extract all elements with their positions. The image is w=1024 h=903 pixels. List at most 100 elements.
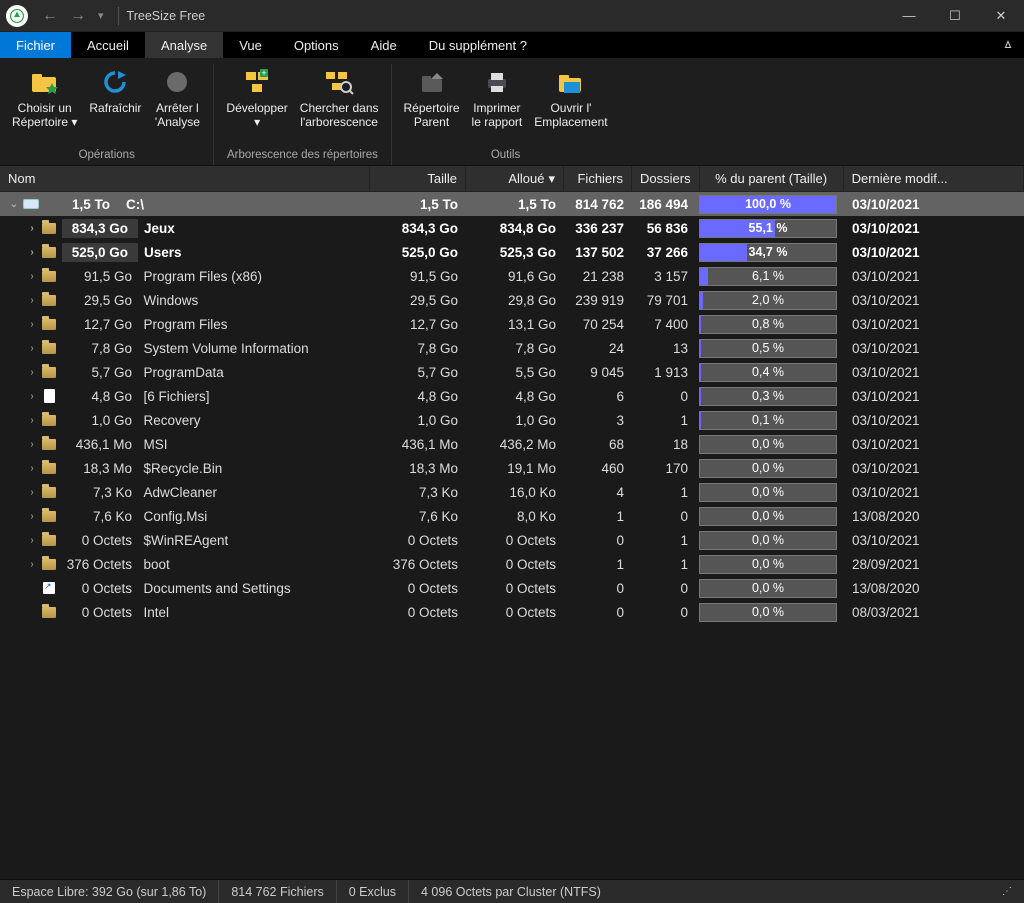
expander-icon[interactable]: › [24, 247, 40, 258]
expander-icon[interactable]: › [24, 463, 40, 474]
menu-accueil[interactable]: Accueil [71, 32, 145, 58]
ribbon-group-arborescence-des-r-pertoires: +Développer ▾Chercher dans l'arborescenc… [214, 64, 391, 165]
close-button[interactable]: ✕ [978, 0, 1024, 32]
tree-view[interactable]: ⌄1,5 ToC:\1,5 To1,5 To814 762186 494100,… [0, 192, 1024, 879]
row-name: Config.Msi [144, 509, 208, 524]
tree-row[interactable]: ›7,6 Ko Config.Msi7,6 Ko8,0 Ko100,0 %13/… [0, 504, 1024, 528]
col-header-name[interactable]: Nom [0, 166, 370, 191]
row-folders: 186 494 [632, 197, 696, 212]
folder-icon [40, 556, 58, 572]
menu-aide[interactable]: Aide [355, 32, 413, 58]
menu-vue[interactable]: Vue [223, 32, 278, 58]
tree-root-row[interactable]: ⌄1,5 ToC:\1,5 To1,5 To814 762186 494100,… [0, 192, 1024, 216]
tree-row[interactable]: ›7,3 Ko AdwCleaner7,3 Ko16,0 Ko410,0 %03… [0, 480, 1024, 504]
col-header-folders[interactable]: Dossiers [632, 166, 700, 191]
expander-icon[interactable]: › [24, 559, 40, 570]
col-header-alloc[interactable]: Alloué▾ [466, 166, 564, 191]
row-size: 29,5 Go [370, 293, 466, 308]
expander-icon[interactable]: › [24, 271, 40, 282]
tree-row[interactable]: ›91,5 Go Program Files (x86)91,5 Go91,6 … [0, 264, 1024, 288]
nav-forward-icon[interactable]: → [64, 7, 92, 25]
tree-row[interactable]: ›7,8 Go System Volume Information7,8 Go7… [0, 336, 1024, 360]
expander-icon[interactable]: ⌄ [6, 199, 22, 210]
tree-row[interactable]: ›436,1 Mo MSI436,1 Mo436,2 Mo68180,0 %03… [0, 432, 1024, 456]
row-date: 03/10/2021 [840, 437, 1024, 452]
ribbon-btn-choose-dir[interactable]: Choisir un Répertoire ▾ [6, 64, 83, 132]
expander-icon[interactable]: › [24, 343, 40, 354]
row-files: 3 [564, 413, 632, 428]
maximize-button[interactable]: ☐ [932, 0, 978, 32]
nav-dropdown-icon[interactable]: ▾ [92, 9, 110, 22]
collapse-ribbon-icon[interactable]: ㅿ [992, 32, 1024, 58]
row-folders: 0 [632, 389, 696, 404]
nav-back-icon[interactable]: ← [36, 7, 64, 25]
ribbon-btn-stop[interactable]: Arrêter l 'Analyse [147, 64, 207, 132]
col-header-size[interactable]: Taille [370, 166, 466, 191]
ribbon-btn-label: Imprimer le rapport [472, 102, 523, 130]
row-files: 137 502 [564, 245, 632, 260]
ribbon-btn-search-tree[interactable]: Chercher dans l'arborescence [294, 64, 385, 132]
column-headers: Nom Taille Alloué▾ Fichiers Dossiers % d… [0, 166, 1024, 192]
col-header-date[interactable]: Dernière modif... [844, 166, 1024, 191]
menu-du-suppl-ment-[interactable]: Du supplément ? [413, 32, 543, 58]
ribbon-btn-refresh[interactable]: Rafraîchir [83, 64, 147, 132]
row-alloc: 19,1 Mo [466, 461, 564, 476]
row-size: 834,3 Go [370, 221, 466, 236]
row-date: 03/10/2021 [840, 485, 1024, 500]
tree-row[interactable]: 0 Octets Intel0 Octets0 Octets000,0 %08/… [0, 600, 1024, 624]
row-date: 03/10/2021 [840, 533, 1024, 548]
status-cluster: 4 096 Octets par Cluster (NTFS) [409, 880, 613, 903]
expander-icon[interactable]: › [24, 223, 40, 234]
ribbon-btn-print[interactable]: Imprimer le rapport [466, 64, 529, 132]
row-date: 28/09/2021 [840, 557, 1024, 572]
expander-icon[interactable]: › [24, 295, 40, 306]
row-pct-bar: 0,4 % [696, 361, 840, 384]
row-pct-bar: 0,0 % [696, 529, 840, 552]
row-size: 12,7 Go [370, 317, 466, 332]
row-size: 7,6 Ko [370, 509, 466, 524]
tree-row[interactable]: ›29,5 Go Windows29,5 Go29,8 Go239 91979 … [0, 288, 1024, 312]
tree-row[interactable]: ›0 Octets $WinREAgent0 Octets0 Octets010… [0, 528, 1024, 552]
expander-icon[interactable]: › [24, 511, 40, 522]
sort-desc-icon: ▾ [548, 171, 555, 187]
expander-icon[interactable]: › [24, 415, 40, 426]
row-name: $WinREAgent [144, 533, 229, 548]
minimize-button[interactable]: — [886, 0, 932, 32]
expander-icon[interactable]: › [24, 439, 40, 450]
tree-row[interactable]: ›12,7 Go Program Files12,7 Go13,1 Go70 2… [0, 312, 1024, 336]
row-date: 03/10/2021 [840, 413, 1024, 428]
expander-icon[interactable]: › [24, 391, 40, 402]
menu-analyse[interactable]: Analyse [145, 32, 223, 58]
tree-row[interactable]: ›376 Octets boot376 Octets0 Octets110,0 … [0, 552, 1024, 576]
status-excluded: 0 Exclus [337, 880, 409, 903]
tree-row[interactable]: ›525,0 GoUsers525,0 Go525,3 Go137 50237 … [0, 240, 1024, 264]
expander-icon[interactable]: › [24, 535, 40, 546]
tree-row[interactable]: 0 Octets Documents and Settings0 Octets0… [0, 576, 1024, 600]
tree-row[interactable]: ›834,3 GoJeux834,3 Go834,8 Go336 23756 8… [0, 216, 1024, 240]
row-alloc: 834,8 Go [466, 221, 564, 236]
row-name: Recovery [144, 413, 201, 428]
row-pct-bar: 0,8 % [696, 313, 840, 336]
ribbon-group-label: Outils [491, 149, 520, 165]
row-alloc: 91,6 Go [466, 269, 564, 284]
menu-fichier[interactable]: Fichier [0, 32, 71, 58]
expander-icon[interactable]: › [24, 367, 40, 378]
expander-icon[interactable]: › [24, 319, 40, 330]
expander-icon[interactable]: › [24, 487, 40, 498]
folder-icon [40, 364, 58, 380]
resize-grip-icon[interactable]: ⋰ [990, 880, 1024, 903]
tree-row[interactable]: ›1,0 Go Recovery1,0 Go1,0 Go310,1 %03/10… [0, 408, 1024, 432]
col-header-files[interactable]: Fichiers [564, 166, 632, 191]
ribbon-btn-expand[interactable]: +Développer ▾ [220, 64, 293, 132]
row-files: 0 [564, 581, 632, 596]
tree-row[interactable]: ›5,7 Go ProgramData5,7 Go5,5 Go9 0451 91… [0, 360, 1024, 384]
row-date: 03/10/2021 [840, 269, 1024, 284]
titlebar-separator [118, 7, 119, 25]
col-header-pct[interactable]: % du parent (Taille) [700, 166, 844, 191]
ribbon-btn-open-loc[interactable]: Ouvrir l' Emplacement [528, 64, 613, 132]
menu-options[interactable]: Options [278, 32, 355, 58]
tree-row[interactable]: ›18,3 Mo $Recycle.Bin18,3 Mo19,1 Mo46017… [0, 456, 1024, 480]
svg-text:+: + [261, 69, 266, 78]
tree-row[interactable]: ›4,8 Go [6 Fichiers]4,8 Go4,8 Go600,3 %0… [0, 384, 1024, 408]
ribbon-btn-parent-dir[interactable]: Répertoire Parent [398, 64, 466, 132]
